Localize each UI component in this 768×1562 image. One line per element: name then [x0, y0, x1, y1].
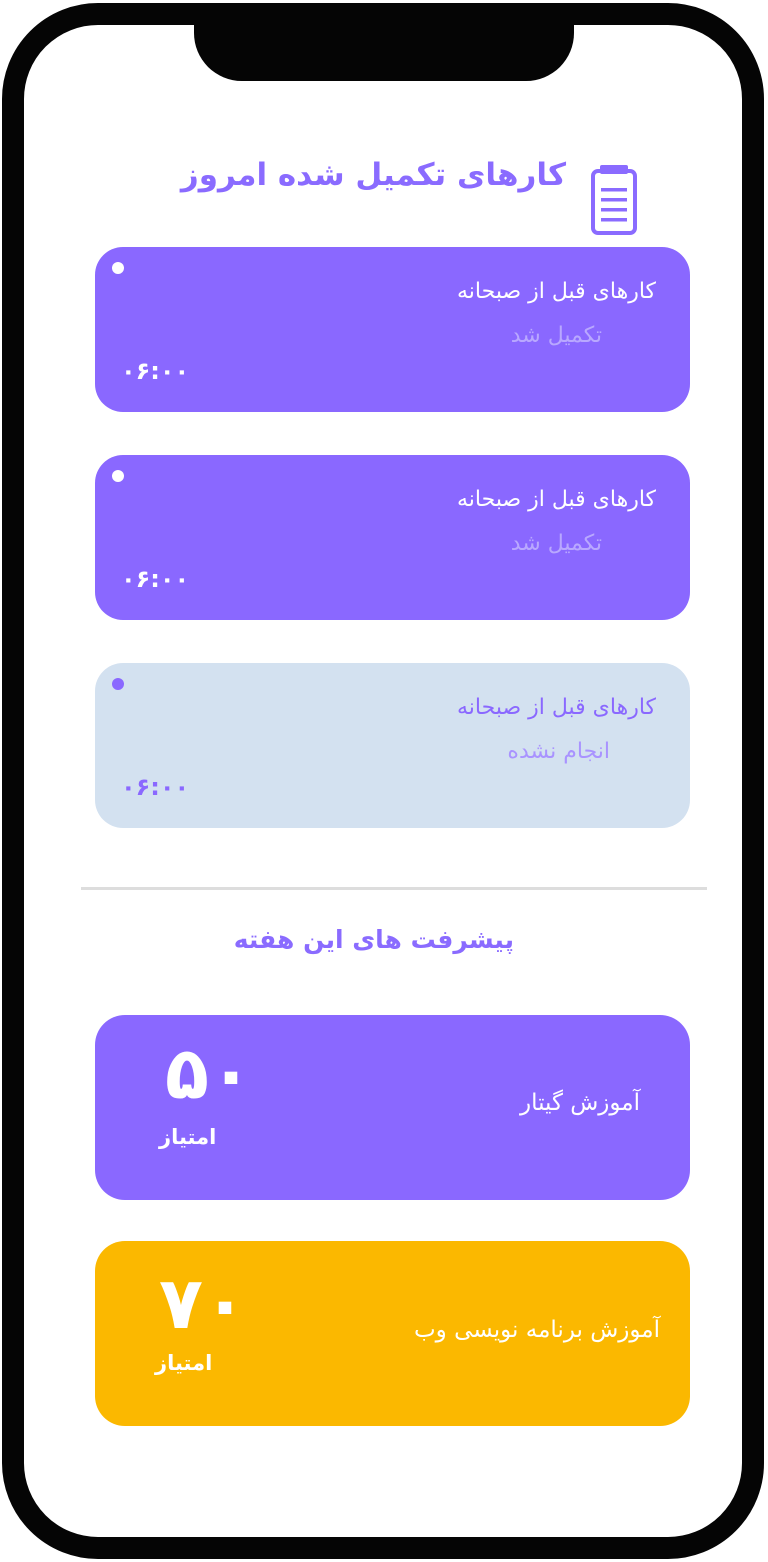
points-label: امتیاز — [159, 1125, 217, 1149]
phone-frame: کارهای تکمیل شده امروز کارهای قبل از صبح… — [2, 3, 764, 1559]
section-divider — [81, 887, 707, 890]
task-time: ۰۶:۰۰ — [121, 565, 190, 593]
status-dot — [112, 262, 124, 274]
task-title: کارهای قبل از صبحانه — [457, 279, 656, 304]
course-title: آموزش برنامه نویسی وب — [414, 1317, 660, 1343]
task-time: ۰۶:۰۰ — [121, 357, 190, 385]
task-title: کارهای قبل از صبحانه — [457, 695, 656, 720]
task-status: تکمیل شد — [510, 323, 602, 348]
course-title: آموزش گیتار — [519, 1090, 640, 1116]
task-card[interactable]: کارهای قبل از صبحانه تکمیل شد ۰۶:۰۰ — [95, 455, 690, 620]
status-dot — [112, 678, 124, 690]
task-status: تکمیل شد — [510, 531, 602, 556]
points-label: امتیاز — [155, 1351, 213, 1375]
progress-card[interactable]: آموزش برنامه نویسی وب ۷۰ امتیاز — [95, 1241, 690, 1426]
app-screen: کارهای تکمیل شده امروز کارهای قبل از صبح… — [24, 25, 742, 1537]
task-card[interactable]: کارهای قبل از صبحانه تکمیل شد ۰۶:۰۰ — [95, 247, 690, 412]
task-card[interactable]: کارهای قبل از صبحانه انجام نشده ۰۶:۰۰ — [95, 663, 690, 828]
points-value: ۷۰ — [159, 1261, 247, 1345]
phone-notch — [194, 25, 574, 81]
points-value: ۵۰ — [165, 1031, 253, 1115]
task-status: انجام نشده — [507, 739, 610, 764]
clipboard-icon — [591, 165, 637, 235]
section-title: پیشرفت های این هفته — [233, 925, 515, 954]
status-dot — [112, 470, 124, 482]
progress-card[interactable]: آموزش گیتار ۵۰ امتیاز — [95, 1015, 690, 1200]
task-time: ۰۶:۰۰ — [121, 773, 190, 801]
page-title: کارهای تکمیل شده امروز — [180, 157, 567, 193]
task-title: کارهای قبل از صبحانه — [457, 487, 656, 512]
